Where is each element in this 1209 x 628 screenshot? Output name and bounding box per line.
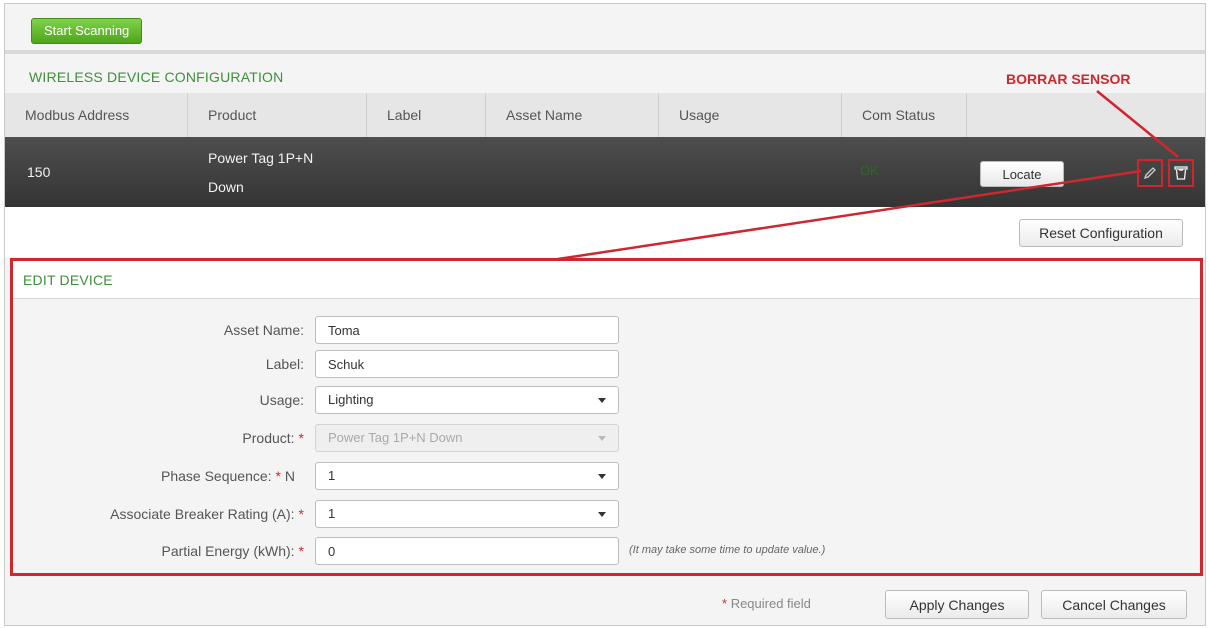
partial-energy-input[interactable] bbox=[315, 537, 619, 565]
com-status-value: OK bbox=[860, 163, 879, 178]
column-header-com-status: Com Status bbox=[842, 93, 967, 137]
breaker-rating-label-text: Associate Breaker Rating (A): bbox=[110, 506, 295, 522]
borrar-sensor-annotation: BORRAR SENSOR bbox=[1006, 71, 1131, 87]
cancel-changes-button[interactable]: Cancel Changes bbox=[1041, 590, 1187, 619]
asset-name-label: Asset Name: bbox=[223, 322, 304, 338]
product-select-value: Power Tag 1P+N Down bbox=[328, 430, 463, 445]
form-row-breaker-rating: Associate Breaker Rating (A): * 1 bbox=[13, 500, 1200, 528]
caret-down-icon bbox=[598, 398, 606, 403]
required-star: * bbox=[275, 468, 281, 484]
reset-configuration-button[interactable]: Reset Configuration bbox=[1019, 219, 1183, 247]
form-row-usage: Usage: Lighting bbox=[13, 386, 1200, 414]
footer: * Required field Apply Changes Cancel Ch… bbox=[5, 579, 1205, 625]
product-label-text: Product: bbox=[242, 430, 295, 446]
form-row-asset-name: Asset Name: bbox=[13, 316, 1200, 344]
column-header-usage: Usage bbox=[659, 93, 842, 137]
required-field-text: Required field bbox=[730, 596, 811, 611]
delete-device-button[interactable] bbox=[1168, 159, 1194, 187]
form-row-partial-energy: Partial Energy (kWh):* (It may take some… bbox=[13, 537, 1200, 565]
phase-sequence-select-value: 1 bbox=[328, 468, 336, 483]
required-field-note: * Required field bbox=[722, 596, 811, 611]
edit-device-button[interactable] bbox=[1137, 159, 1163, 187]
caret-down-icon bbox=[598, 474, 606, 479]
trash-icon bbox=[1174, 166, 1188, 180]
breaker-rating-label: Associate Breaker Rating (A): * bbox=[110, 506, 304, 522]
form-row-phase-sequence: Phase Sequence: * N 1 bbox=[13, 462, 1200, 490]
label-field-label: Label: bbox=[265, 356, 304, 372]
breaker-rating-select[interactable]: 1 bbox=[315, 500, 619, 528]
required-star: * bbox=[298, 543, 304, 559]
breaker-rating-select-value: 1 bbox=[328, 506, 336, 521]
required-star: * bbox=[298, 430, 304, 446]
cell-modbus-address: 150 bbox=[27, 164, 51, 180]
asset-name-input[interactable] bbox=[315, 316, 619, 344]
usage-label: Usage: bbox=[259, 392, 304, 408]
start-scanning-button[interactable]: Start Scanning bbox=[31, 18, 143, 44]
column-header-label: Label bbox=[367, 93, 486, 137]
locate-button[interactable]: Locate bbox=[980, 161, 1064, 187]
reset-area: Reset Configuration bbox=[5, 207, 1205, 257]
product-select: Power Tag 1P+N Down bbox=[315, 424, 619, 452]
apply-changes-button[interactable]: Apply Changes bbox=[885, 590, 1029, 619]
edit-device-panel: EDIT DEVICE Asset Name: Label: Usage: Li… bbox=[10, 258, 1203, 576]
partial-energy-label-text: Partial Energy (kWh): bbox=[161, 543, 295, 559]
required-star: * bbox=[298, 506, 304, 522]
cell-product-line1: Power Tag 1P+N bbox=[208, 150, 314, 166]
form-row-label: Label: bbox=[13, 350, 1200, 378]
phase-sequence-label: Phase Sequence: * N bbox=[161, 468, 295, 484]
pencil-icon bbox=[1143, 167, 1156, 180]
column-header-modbus-address: Modbus Address bbox=[5, 93, 188, 137]
phase-sequence-prefix: N bbox=[284, 468, 295, 484]
phase-sequence-label-text: Phase Sequence: bbox=[161, 468, 272, 484]
column-header-asset-name: Asset Name bbox=[486, 93, 659, 137]
form-row-product: Product: * Power Tag 1P+N Down bbox=[13, 424, 1200, 452]
caret-down-icon bbox=[598, 436, 606, 441]
config-section-title: WIRELESS DEVICE CONFIGURATION bbox=[29, 69, 284, 85]
caret-down-icon bbox=[598, 512, 606, 517]
phase-sequence-select[interactable]: 1 bbox=[315, 462, 619, 490]
edit-device-title: EDIT DEVICE bbox=[23, 272, 113, 288]
column-header-product: Product bbox=[188, 93, 367, 137]
table-row[interactable]: 150 Power Tag 1P+N Down OK Locate bbox=[5, 137, 1205, 207]
usage-select[interactable]: Lighting bbox=[315, 386, 619, 414]
product-label: Product: * bbox=[242, 430, 304, 446]
table-header: Modbus Address Product Label Asset Name … bbox=[5, 93, 1205, 137]
app-frame: Start Scanning WIRELESS DEVICE CONFIGURA… bbox=[4, 3, 1206, 626]
cell-product-line2: Down bbox=[208, 179, 244, 195]
usage-select-value: Lighting bbox=[328, 392, 374, 407]
label-input[interactable] bbox=[315, 350, 619, 378]
required-star: * bbox=[722, 596, 728, 611]
partial-energy-label: Partial Energy (kWh): * bbox=[162, 543, 305, 559]
edit-device-header: EDIT DEVICE bbox=[13, 261, 1200, 299]
toolbar: Start Scanning bbox=[5, 4, 1205, 54]
partial-energy-hint: (It may take some time to update value.) bbox=[629, 544, 826, 556]
